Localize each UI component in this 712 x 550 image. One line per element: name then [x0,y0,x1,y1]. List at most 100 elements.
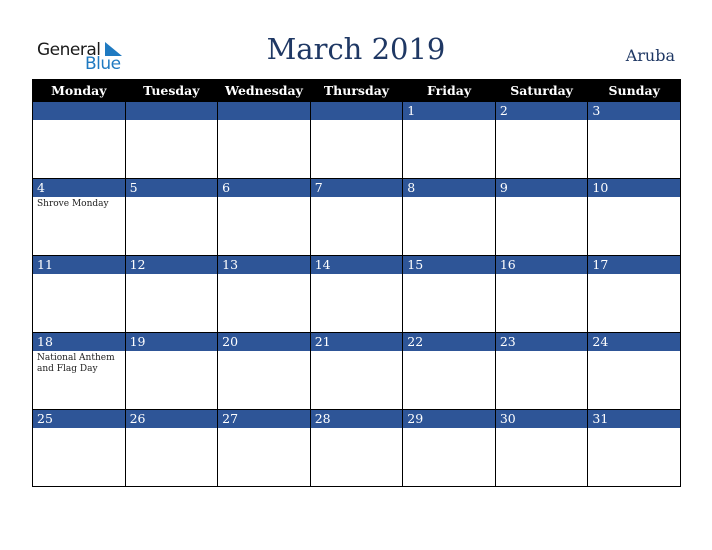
holiday-label [126,428,218,432]
day-cell[interactable]: 30 [494,409,589,487]
day-cell[interactable]: 15 [402,255,496,333]
holiday-label [126,120,218,124]
holiday-label [311,274,403,278]
country-label: Aruba [625,46,675,65]
day-cell[interactable]: 29 [402,409,496,487]
day-number: 25 [33,410,125,428]
day-number: 26 [125,410,218,428]
day-cell[interactable]: 12 [124,255,219,333]
day-number: 15 [403,256,495,274]
day-cell[interactable] [32,101,126,179]
day-cell[interactable]: 16 [494,255,589,333]
day-cell[interactable]: 22 [402,332,496,410]
day-number: 16 [495,256,588,274]
holiday-label [496,274,588,278]
day-number: 20 [218,333,310,351]
day-cell[interactable]: 9 [494,178,589,256]
day-cell[interactable]: 27 [217,409,311,487]
week-row: 123 [32,101,681,179]
day-number: 6 [218,179,310,197]
holiday-label [311,351,403,355]
day-number: 10 [588,179,680,197]
holiday-label: National Anthem and Flag Day [37,353,115,374]
weekday-header: Friday [402,79,496,102]
day-cell[interactable]: 8 [402,178,496,256]
day-cell[interactable]: 4 Shrove Monday [32,178,126,256]
holiday-label [126,274,218,278]
holiday-label [218,428,310,432]
holiday-label [403,120,495,124]
day-cell[interactable]: 11 [32,255,126,333]
holiday-label [311,197,403,201]
day-number: 4 [33,179,125,197]
holiday-label [218,120,310,124]
day-cell[interactable] [309,101,404,179]
day-cell[interactable]: 21 [309,332,404,410]
weekday-header: Saturday [494,79,589,102]
holiday-label: Shrove Monday [37,199,109,209]
holiday-label [496,351,588,355]
holiday-label [588,428,680,432]
calendar-grid: Monday Tuesday Wednesday Thursday Friday Satu… [32,79,681,487]
day-cell[interactable]: 14 [309,255,404,333]
day-number: 27 [218,410,310,428]
day-number: 19 [125,333,218,351]
day-number: 29 [403,410,495,428]
holiday-label [403,197,495,201]
day-cell[interactable]: 1 [402,101,496,179]
holiday-label [588,197,680,201]
day-cell[interactable] [124,101,219,179]
day-cell[interactable]: 17 [587,255,681,333]
holiday-label [311,428,403,432]
day-cell[interactable]: 25 [32,409,126,487]
day-number: 12 [125,256,218,274]
holiday-label [33,428,125,432]
holiday-label [403,351,495,355]
weekday-header: Thursday [309,79,404,102]
day-cell[interactable]: 2 [494,101,589,179]
day-cell[interactable]: 10 [587,178,681,256]
day-cell[interactable]: 13 [217,255,311,333]
day-number: 28 [310,410,403,428]
day-cell[interactable]: 20 [217,332,311,410]
day-cell[interactable]: 5 [124,178,219,256]
day-number: 18 [33,333,125,351]
day-number: 21 [310,333,403,351]
day-number: 30 [495,410,588,428]
day-cell[interactable]: 19 [124,332,219,410]
day-cell[interactable]: 23 [494,332,589,410]
day-cell[interactable]: 6 [217,178,311,256]
week-row: 11 12 13 14 15 16 17 [32,255,681,333]
day-cell[interactable]: 28 [309,409,404,487]
holiday-label [588,351,680,355]
calendar-title: March 2019 [266,32,446,66]
day-number: 31 [588,410,680,428]
day-cell[interactable]: 18 National Anthem and Flag Day [32,332,126,410]
holiday-label [33,274,125,278]
day-number: 5 [125,179,218,197]
day-number: 23 [495,333,588,351]
day-cell[interactable]: 26 [124,409,219,487]
day-number [218,102,310,120]
day-number: 11 [33,256,125,274]
holiday-label [496,197,588,201]
day-cell[interactable] [217,101,311,179]
holiday-label [588,274,680,278]
holiday-label [403,428,495,432]
day-number [33,102,125,120]
day-cell[interactable]: 3 [587,101,681,179]
day-cell[interactable]: 7 [309,178,404,256]
day-number: 24 [588,333,680,351]
day-number: 14 [310,256,403,274]
holiday-label [126,351,218,355]
weekday-header: Monday [32,79,126,102]
weekday-header: Tuesday [124,79,219,102]
day-number: 8 [403,179,495,197]
holiday-label [218,274,310,278]
day-cell[interactable]: 31 [587,409,681,487]
holiday-label [218,197,310,201]
day-number [310,102,403,120]
day-number: 17 [588,256,680,274]
day-cell[interactable]: 24 [587,332,681,410]
week-row: 4 Shrove Monday 5 6 7 8 9 10 [32,178,681,256]
